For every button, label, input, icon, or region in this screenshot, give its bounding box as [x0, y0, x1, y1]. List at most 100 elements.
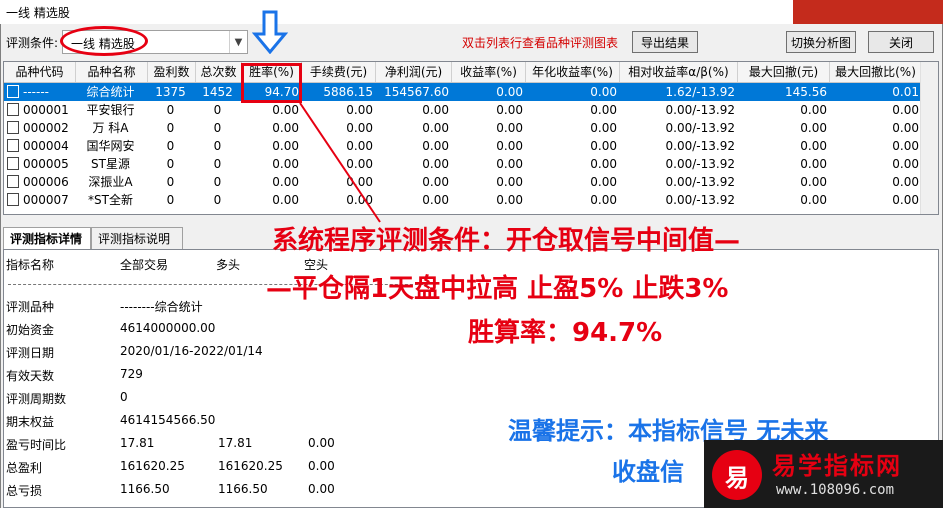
cell-text: 000004	[23, 139, 69, 153]
row-checkbox-icon[interactable]	[7, 85, 19, 98]
table-row[interactable]: 000007 *ST全新 0 0 0.00 0.00 0.00 0.00 0.00 0.00/-1…	[4, 191, 938, 209]
tab-metric-details[interactable]: 评测指标详情	[3, 227, 91, 250]
table-cell: 0.00/-13.92	[665, 121, 735, 135]
table-row[interactable]: 000005 ST星源 0 0 0.00 0.00 0.00 0.00 0.00 0.00/-13…	[4, 155, 938, 173]
column-header[interactable]: 收益率(%)	[452, 62, 526, 82]
metric-name: 评测日期	[6, 346, 55, 360]
table-cell: 0.00	[272, 139, 299, 153]
table-cell: 0.00	[422, 139, 449, 153]
switch-chart-button[interactable]: 切换分析图	[786, 31, 856, 53]
table-scrollbar[interactable]	[920, 62, 938, 214]
column-header[interactable]: 最大回撤比(%)	[830, 62, 922, 82]
table-cell: 0	[213, 121, 222, 135]
table-row[interactable]: 000004 国华网安 0 0 0.00 0.00 0.00 0.00 0.00 0.00/-13…	[4, 137, 938, 155]
column-header[interactable]: 年化收益率(%)	[526, 62, 620, 82]
table-cell: 0.00	[346, 193, 373, 207]
table-cell: 0.00	[800, 103, 827, 117]
table-cell: 0.00	[590, 85, 617, 99]
cell-text: 000001	[23, 103, 69, 117]
metric-value: 161620.25	[120, 459, 185, 473]
column-header[interactable]: 手续费(元)	[302, 62, 376, 82]
metric-value: 2020/01/16-2022/01/14	[120, 344, 263, 358]
table-cell: 5886.15	[323, 85, 373, 99]
table-cell: 0	[213, 103, 222, 117]
table-cell: 0	[166, 121, 175, 135]
table-cell: 1.62/-13.92	[665, 85, 735, 99]
table-cell: *ST全新	[88, 193, 133, 207]
table-cell: 000004	[4, 137, 76, 155]
table-cell: 0.00	[590, 103, 617, 117]
table-cell: 0.00	[800, 157, 827, 171]
titlebar-close-area[interactable]	[793, 0, 943, 24]
column-header[interactable]: 品种代码	[4, 62, 76, 82]
table-row[interactable]: 000001 平安银行 0 0 0.00 0.00 0.00 0.00 0.00 0.00/-13…	[4, 101, 938, 119]
table-row[interactable]: 000002 万 科A 0 0 0.00 0.00 0.00 0.00 0.00 0.00/-13…	[4, 119, 938, 137]
table-cell: 0.00	[892, 103, 919, 117]
down-arrow-icon	[252, 10, 288, 54]
table-cell: 0.00	[272, 175, 299, 189]
annotation-line-2: —平仓隔1天盘中拉高 止盈5% 止跌3%	[266, 274, 729, 304]
row-checkbox-icon[interactable]	[7, 175, 19, 188]
table-row[interactable]: 000006 深振业A 0 0 0.00 0.00 0.00 0.00 0.00 0.00/-13…	[4, 173, 938, 191]
row-checkbox-icon[interactable]	[7, 139, 19, 152]
metric-value: 0	[120, 390, 128, 404]
export-button[interactable]: 导出结果	[632, 31, 698, 53]
table-cell: 国华网安	[86, 139, 135, 153]
metric-name: 评测品种	[6, 300, 55, 314]
table-cell: 0.00	[892, 157, 919, 171]
table-cell: 0.00	[422, 193, 449, 207]
detail-header-long: 多头	[216, 258, 241, 272]
winrate-highlight-box	[241, 63, 302, 103]
tip-line-2: 收盘信	[612, 458, 684, 486]
table-cell: 0.00/-13.92	[665, 193, 735, 207]
column-header[interactable]: 品种名称	[76, 62, 148, 82]
table-cell: 0.00	[590, 139, 617, 153]
table-cell: 0.00	[892, 139, 919, 153]
metric-value: 0.00	[308, 459, 335, 473]
table-cell: 0.00	[590, 193, 617, 207]
metric-value: 161620.25	[218, 459, 283, 473]
metric-value: 17.81	[218, 436, 253, 450]
tab-metric-description[interactable]: 评测指标说明	[91, 227, 183, 249]
table-cell: 0.00	[496, 193, 523, 207]
table-cell: 0.00	[272, 193, 299, 207]
detail-header-all: 全部交易	[120, 258, 169, 272]
table-cell: 0.00	[272, 103, 299, 117]
detail-header-name: 指标名称	[6, 258, 55, 272]
chevron-down-icon[interactable]: ▼	[229, 31, 247, 53]
table-cell: 平安银行	[86, 103, 135, 117]
row-checkbox-icon[interactable]	[7, 157, 19, 170]
close-button[interactable]: 关闭	[868, 31, 934, 53]
table-cell: 000006	[4, 173, 76, 191]
cell-text: 000007	[23, 193, 69, 207]
column-header[interactable]: 最大回撤(元)	[738, 62, 830, 82]
table-cell: 0.00	[590, 121, 617, 135]
results-table[interactable]: 品种代码 品种名称 盈利数 总次数 胜率(%) 手续费(元) 净利润(元) 收益率(%) 年化收…	[3, 61, 939, 215]
table-cell: 0.00	[272, 121, 299, 135]
column-header[interactable]: 相对收益率α/β(%)	[620, 62, 738, 82]
column-header[interactable]: 净利润(元)	[376, 62, 452, 82]
table-cell: ST星源	[91, 157, 130, 171]
metric-value: 1166.50	[218, 482, 268, 496]
summary-row[interactable]: ------ 综合统计 1375 1452 94.70 5886.15 154567.60 0…	[4, 83, 938, 101]
column-header[interactable]: 盈利数	[148, 62, 196, 82]
table-cell: 综合统计	[86, 85, 135, 99]
table-cell: 0.00	[892, 193, 919, 207]
metric-name: 期末权益	[6, 415, 55, 429]
metric-value: --------综合统计	[120, 300, 203, 314]
column-header[interactable]: 总次数	[196, 62, 242, 82]
table-cell: 000007	[4, 191, 76, 209]
table-cell: 0.00	[346, 103, 373, 117]
table-cell: 000001	[4, 101, 76, 119]
metric-value: 1166.50	[120, 482, 170, 496]
table-cell: 0.00	[346, 121, 373, 135]
row-checkbox-icon[interactable]	[7, 193, 19, 206]
table-cell: 000005	[4, 155, 76, 173]
watermark-logo: 易	[712, 450, 762, 500]
table-cell: 0.00	[422, 175, 449, 189]
cell-text: 000006	[23, 175, 69, 189]
metric-value: 4614154566.50	[120, 413, 216, 427]
table-cell: 0.00/-13.92	[665, 103, 735, 117]
row-checkbox-icon[interactable]	[7, 121, 19, 134]
row-checkbox-icon[interactable]	[7, 103, 19, 116]
